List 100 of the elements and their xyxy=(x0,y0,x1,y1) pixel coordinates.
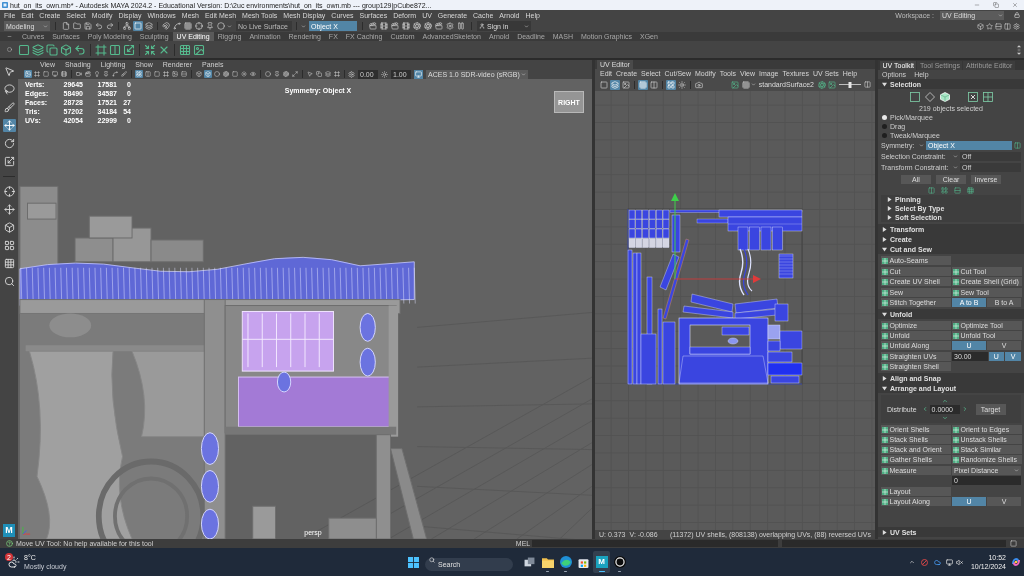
aperture-icon[interactable] xyxy=(222,70,230,78)
chevron-up-icon[interactable] xyxy=(941,397,948,404)
circle-icon[interactable] xyxy=(216,21,226,31)
copy-icon[interactable] xyxy=(46,43,58,56)
layers-icon[interactable] xyxy=(324,70,332,78)
chevron-down-icon[interactable] xyxy=(941,414,948,421)
swirl-icon[interactable] xyxy=(1011,557,1021,567)
cube-icon[interactable] xyxy=(60,43,72,56)
scroll-arrows-icon[interactable] xyxy=(1017,43,1021,56)
shrink-icon[interactable] xyxy=(144,43,156,56)
square-icon[interactable] xyxy=(909,91,920,102)
settings-icon[interactable] xyxy=(348,70,355,78)
columns-icon[interactable] xyxy=(1014,142,1021,149)
magnet-icon[interactable] xyxy=(161,21,171,31)
layout-grid-icon[interactable] xyxy=(2,239,16,252)
settings-icon[interactable] xyxy=(445,21,455,31)
radio-icon[interactable] xyxy=(882,115,887,120)
slider-thumb[interactable] xyxy=(848,81,852,88)
chevron-up-icon[interactable] xyxy=(908,559,915,565)
cube-icon[interactable] xyxy=(2,221,16,234)
pause-icon[interactable] xyxy=(456,21,466,31)
monitor-icon[interactable] xyxy=(945,558,953,566)
hierarchy-icon[interactable] xyxy=(122,21,132,31)
brush-icon[interactable] xyxy=(120,70,128,78)
folder-icon[interactable] xyxy=(72,21,82,31)
curve-icon[interactable] xyxy=(172,21,182,31)
file-icon[interactable] xyxy=(61,21,71,31)
grid-icon[interactable] xyxy=(2,257,16,270)
crosshair-icon[interactable] xyxy=(2,185,16,198)
film-icon[interactable] xyxy=(401,21,411,31)
clapperboard-icon[interactable] xyxy=(84,70,92,78)
radio-icon[interactable] xyxy=(882,124,887,129)
layers-icon[interactable] xyxy=(610,79,620,90)
rows-icon[interactable] xyxy=(180,70,188,78)
clapperboard-icon[interactable] xyxy=(390,21,400,31)
slashed-circle-icon[interactable] xyxy=(920,558,928,566)
pointer-icon[interactable] xyxy=(2,65,16,78)
lightbulb-icon[interactable] xyxy=(93,70,101,78)
chevron-left-icon[interactable] xyxy=(921,406,928,412)
pin-icon[interactable] xyxy=(102,70,110,78)
curve-icon[interactable] xyxy=(111,70,119,78)
grid-icon[interactable] xyxy=(982,91,993,102)
rows-icon[interactable] xyxy=(994,22,1002,30)
layout-grid-icon[interactable] xyxy=(135,70,143,78)
aperture-icon[interactable] xyxy=(412,21,422,31)
four-squares-icon[interactable] xyxy=(408,556,419,568)
pin-icon[interactable] xyxy=(205,21,215,31)
copy-icon[interactable] xyxy=(315,70,323,78)
square-icon[interactable] xyxy=(599,79,609,90)
film-icon[interactable] xyxy=(60,70,68,78)
minus-icon[interactable] xyxy=(6,34,12,39)
diamond-icon[interactable] xyxy=(924,91,935,102)
scale-icon[interactable] xyxy=(123,43,135,56)
crosshair-icon[interactable] xyxy=(194,21,204,31)
frame-icon[interactable] xyxy=(162,70,170,78)
undo-icon[interactable] xyxy=(74,43,86,56)
grid-icon[interactable] xyxy=(741,80,750,89)
lock-icon[interactable] xyxy=(1014,12,1020,18)
move-icon[interactable] xyxy=(2,203,16,216)
layout-grid-icon[interactable] xyxy=(941,186,948,194)
image-icon[interactable] xyxy=(193,43,205,56)
monitor-icon[interactable] xyxy=(414,69,423,79)
grid-icon[interactable] xyxy=(967,186,974,194)
image-icon[interactable] xyxy=(730,80,739,89)
cloud-icon[interactable] xyxy=(933,558,941,566)
crossed-square-icon[interactable] xyxy=(967,91,978,102)
radio-icon[interactable] xyxy=(882,133,887,138)
cube-icon[interactable] xyxy=(976,22,984,30)
columns-icon[interactable] xyxy=(928,186,935,194)
star-icon[interactable] xyxy=(985,22,993,30)
undo-icon[interactable] xyxy=(94,21,104,31)
sun-icon[interactable] xyxy=(381,70,388,78)
frame-icon[interactable] xyxy=(95,43,107,56)
sun-icon[interactable] xyxy=(240,70,248,78)
image-icon[interactable] xyxy=(621,79,631,90)
columns-icon[interactable] xyxy=(864,81,871,88)
circle-icon[interactable] xyxy=(6,47,12,52)
move-icon[interactable] xyxy=(2,119,16,132)
sun-icon[interactable] xyxy=(677,79,687,90)
chevron-right-icon[interactable] xyxy=(961,406,968,412)
clapperboard-icon[interactable] xyxy=(368,21,378,31)
weather-icon[interactable] xyxy=(8,556,20,568)
layout-grid-icon[interactable] xyxy=(666,79,676,90)
video-camera-icon[interactable] xyxy=(75,70,83,78)
aperture-icon[interactable] xyxy=(818,80,826,89)
maximize-icon[interactable] xyxy=(291,70,299,78)
scale-icon[interactable] xyxy=(2,155,16,168)
image-icon[interactable] xyxy=(171,70,179,78)
columns-icon[interactable] xyxy=(649,79,659,90)
columns-icon[interactable] xyxy=(1003,22,1011,30)
brush-icon[interactable] xyxy=(2,101,16,114)
frame-icon[interactable] xyxy=(33,70,41,78)
square-icon[interactable] xyxy=(18,43,30,56)
circle-icon[interactable] xyxy=(264,70,272,78)
lasso-icon[interactable] xyxy=(2,83,16,96)
grid-icon[interactable] xyxy=(179,43,191,56)
clapperboard-icon[interactable] xyxy=(434,21,444,31)
eye-icon[interactable] xyxy=(249,70,257,78)
brightness-slider[interactable] xyxy=(839,81,861,88)
columns-icon[interactable] xyxy=(144,70,152,78)
